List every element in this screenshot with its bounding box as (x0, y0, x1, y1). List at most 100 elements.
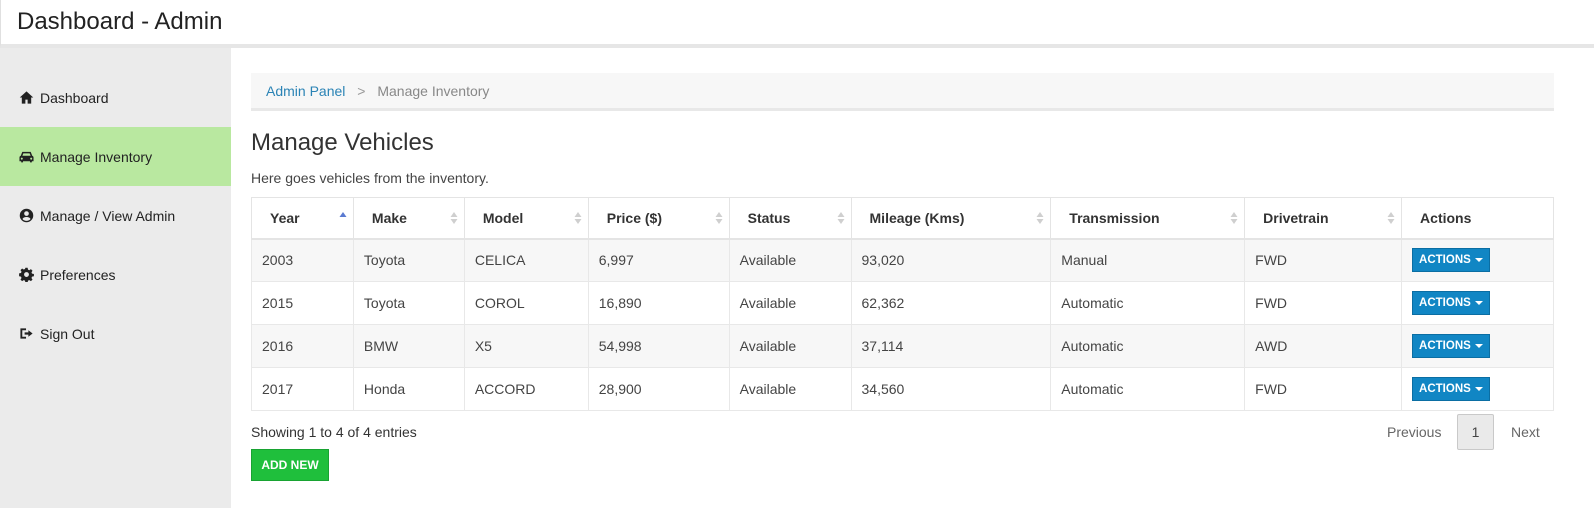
caret-down-icon (1474, 344, 1483, 348)
sort-icon (715, 212, 723, 224)
column-header-drivetrain[interactable]: Drivetrain (1244, 197, 1403, 240)
caret-down-icon (1474, 258, 1483, 263)
sidebar-item-sign-out[interactable]: Sign Out (0, 304, 231, 363)
cell-transmission: Automatic (1050, 324, 1246, 368)
cell-make: BMW (352, 324, 465, 368)
cell-year: 2015 (251, 281, 354, 325)
add-new-button[interactable]: ADD NEW (251, 449, 329, 481)
column-header-price[interactable]: Price ($) (587, 197, 730, 240)
cell-mileage: 37,114 (850, 324, 1052, 368)
sidebar-item-label: Manage / View Admin (40, 207, 176, 224)
column-header-make[interactable]: Make (352, 197, 465, 240)
cell-transmission: Automatic (1050, 281, 1246, 325)
pagination-page-1[interactable]: 1 (1457, 414, 1494, 450)
column-header-year[interactable]: Year (251, 197, 354, 240)
cell-year: 2016 (251, 324, 354, 368)
caret-down-icon (1474, 301, 1483, 305)
cell-make: Toyota (352, 238, 465, 282)
column-header-status[interactable]: Status (728, 197, 852, 240)
cell-year: 2003 (251, 238, 354, 282)
sidebar-item-label: Dashboard (40, 89, 109, 106)
actions-dropdown-button[interactable]: ACTIONS (1412, 334, 1490, 358)
actions-button-label: ACTIONS (1419, 383, 1471, 395)
cell-actions: ACTIONS (1401, 367, 1554, 411)
page-title: Manage Vehicles (251, 129, 434, 156)
home-icon (18, 90, 34, 106)
cell-status: Available (728, 367, 852, 411)
column-header-actions: Actions (1401, 197, 1554, 240)
actions-dropdown-button[interactable]: ACTIONS (1412, 248, 1490, 273)
column-header-model[interactable]: Model (463, 197, 589, 240)
cell-price: 6,997 (587, 238, 730, 282)
sort-icon (450, 212, 458, 224)
user-circle-icon (18, 208, 34, 224)
cell-drivetrain: FWD (1244, 281, 1403, 325)
table-header-row: Year Make Model Price ($) Status Mileage… (251, 197, 1554, 240)
breadcrumb-current: Manage Inventory (377, 83, 490, 99)
cell-status: Available (728, 324, 852, 368)
sort-icon (1036, 212, 1044, 224)
table-row: 2016 BMW X5 54,998 Available 37,114 Auto… (251, 324, 1554, 368)
entries-info: Showing 1 to 4 of 4 entries (251, 424, 417, 440)
sort-icon (1230, 212, 1238, 224)
actions-dropdown-button[interactable]: ACTIONS (1412, 377, 1490, 401)
sort-icon (837, 212, 845, 224)
cell-drivetrain: FWD (1244, 238, 1403, 282)
table-row: 2015 Toyota COROL 16,890 Available 62,36… (251, 281, 1554, 325)
cell-status: Available (728, 238, 852, 282)
cell-actions: ACTIONS (1401, 238, 1554, 282)
cell-model: CELICA (463, 238, 589, 282)
actions-button-label: ACTIONS (1419, 254, 1471, 267)
pagination-previous[interactable]: Previous (1387, 414, 1441, 450)
cell-actions: ACTIONS (1401, 281, 1554, 325)
cell-price: 28,900 (587, 367, 730, 411)
gear-icon (18, 267, 34, 283)
caret-down-icon (1474, 387, 1483, 391)
cell-drivetrain: FWD (1244, 367, 1403, 411)
cell-model: X5 (463, 324, 589, 368)
column-header-transmission[interactable]: Transmission (1050, 197, 1246, 240)
vehicles-table: Year Make Model Price ($) Status Mileage… (251, 197, 1554, 411)
app-title: Dashboard - Admin (17, 8, 223, 35)
sign-out-icon (18, 326, 34, 342)
cell-mileage: 62,362 (850, 281, 1052, 325)
car-icon (18, 149, 34, 165)
cell-actions: ACTIONS (1401, 324, 1554, 368)
sidebar-item-label: Manage Inventory (40, 148, 153, 165)
breadcrumb-separator: > (357, 83, 366, 99)
sidebar-item-manage-admin[interactable]: Manage / View Admin (0, 186, 231, 245)
cell-year: 2017 (251, 367, 354, 411)
cell-mileage: 34,560 (850, 367, 1052, 411)
cell-make: Honda (352, 367, 465, 411)
sidebar-item-preferences[interactable]: Preferences (0, 245, 231, 304)
column-header-mileage[interactable]: Mileage (Kms) (850, 197, 1052, 240)
cell-make: Toyota (352, 281, 465, 325)
sidebar-item-manage-inventory[interactable]: Manage Inventory (0, 127, 231, 186)
cell-status: Available (728, 281, 852, 325)
cell-transmission: Manual (1050, 238, 1246, 282)
sidebar-item-dashboard[interactable]: Dashboard (0, 68, 231, 127)
page-description: Here goes vehicles from the inventory. (251, 170, 489, 186)
cell-transmission: Automatic (1050, 367, 1246, 411)
sidebar-item-label: Preferences (40, 266, 116, 283)
sort-ascending-icon (339, 212, 347, 217)
breadcrumb: Admin Panel > Manage Inventory (251, 73, 1554, 111)
cell-price: 16,890 (587, 281, 730, 325)
cell-mileage: 93,020 (850, 238, 1052, 282)
top-bar: Dashboard - Admin (0, 0, 1594, 48)
table-row: 2017 Honda ACCORD 28,900 Available 34,56… (251, 367, 1554, 411)
cell-price: 54,998 (587, 324, 730, 368)
pagination-next[interactable]: Next (1511, 414, 1540, 450)
actions-button-label: ACTIONS (1419, 297, 1471, 309)
breadcrumb-root-link[interactable]: Admin Panel (266, 83, 345, 99)
sidebar-item-label: Sign Out (40, 325, 95, 342)
table-row: 2003 Toyota CELICA 6,997 Available 93,02… (251, 238, 1554, 282)
actions-button-label: ACTIONS (1419, 340, 1471, 352)
sidebar: Dashboard Manage Inventory Manage / View… (0, 48, 231, 508)
actions-dropdown-button[interactable]: ACTIONS (1412, 291, 1490, 315)
cell-model: ACCORD (463, 367, 589, 411)
cell-model: COROL (463, 281, 589, 325)
sort-icon (574, 212, 582, 224)
cell-drivetrain: AWD (1244, 324, 1403, 368)
sort-icon (1387, 212, 1395, 224)
